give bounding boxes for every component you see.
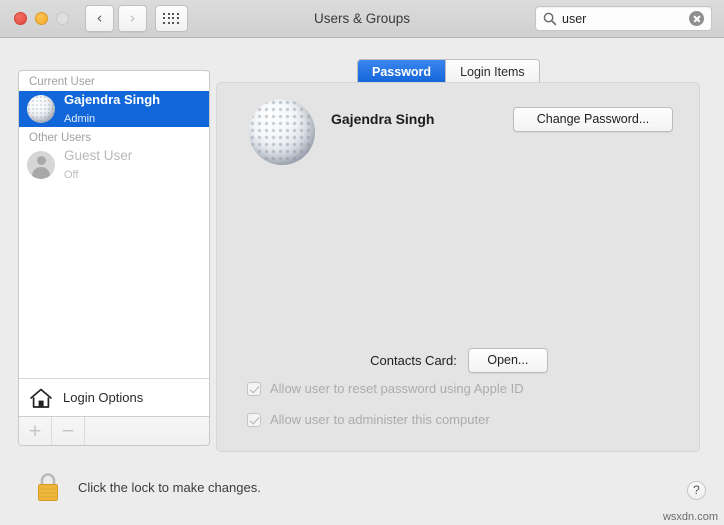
golf-ball-avatar-icon	[27, 95, 55, 123]
checkbox-row-administer-computer: Allow user to administer this computer	[247, 412, 490, 427]
sidebar-item-guest-user[interactable]: Guest User Off	[19, 147, 209, 183]
checkbox-row-reset-password: Allow user to reset password using Apple…	[247, 381, 524, 396]
clear-search-icon[interactable]	[689, 11, 704, 26]
house-icon	[30, 388, 52, 408]
window-titlebar: ‹ › Users & Groups	[0, 0, 724, 38]
lock-row: Click the lock to make changes.	[33, 470, 261, 504]
login-options-label: Login Options	[63, 390, 144, 405]
users-sidebar: Current User Gajendra Singh Admin Other …	[18, 70, 210, 446]
sidebar-user-text: Gajendra Singh Admin	[64, 91, 160, 128]
sidebar-user-role: Off	[64, 169, 79, 181]
sidebar-item-login-options[interactable]: Login Options	[19, 378, 209, 416]
add-user-button: +	[19, 417, 52, 445]
watermark-text: wsxdn.com	[662, 511, 718, 523]
checkbox-label-reset-password: Allow user to reset password using Apple…	[270, 381, 524, 396]
sidebar-footer-toolbar: + −	[19, 416, 209, 445]
sidebar-user-role: Admin	[64, 113, 96, 125]
lock-instruction-text: Click the lock to make changes.	[78, 479, 261, 495]
sidebar-group-header-current-user: Current User	[29, 76, 95, 88]
help-button[interactable]: ?	[687, 481, 706, 500]
sidebar-group-header-other-users: Other Users	[29, 132, 91, 144]
search-icon	[543, 12, 557, 25]
sidebar-user-name: Guest User	[64, 147, 133, 163]
sidebar-item-gajendra-singh[interactable]: Gajendra Singh Admin	[19, 91, 209, 127]
contacts-card-label: Contacts Card:	[370, 353, 457, 368]
sidebar-user-name: Gajendra Singh	[64, 91, 161, 107]
user-full-name: Gajendra Singh	[331, 111, 435, 127]
person-silhouette-avatar-icon	[27, 151, 55, 179]
checkbox-reset-password-apple-id	[247, 381, 261, 396]
search-field[interactable]	[535, 6, 712, 31]
change-password-button[interactable]: Change Password...	[513, 107, 673, 132]
contacts-card-row: Contacts Card: Open...	[217, 348, 701, 373]
user-golf-ball-avatar-icon[interactable]	[249, 99, 315, 165]
password-panel: Gajendra Singh Change Password... Contac…	[216, 82, 700, 452]
locked-padlock-icon[interactable]	[33, 470, 63, 504]
checkbox-administer-computer	[247, 412, 261, 427]
checkbox-label-administer-computer: Allow user to administer this computer	[270, 412, 490, 427]
sidebar-user-text: Guest User Off	[64, 147, 132, 184]
remove-user-button: −	[52, 417, 85, 445]
open-contacts-card-button[interactable]: Open...	[467, 348, 548, 373]
search-input[interactable]	[558, 11, 689, 26]
